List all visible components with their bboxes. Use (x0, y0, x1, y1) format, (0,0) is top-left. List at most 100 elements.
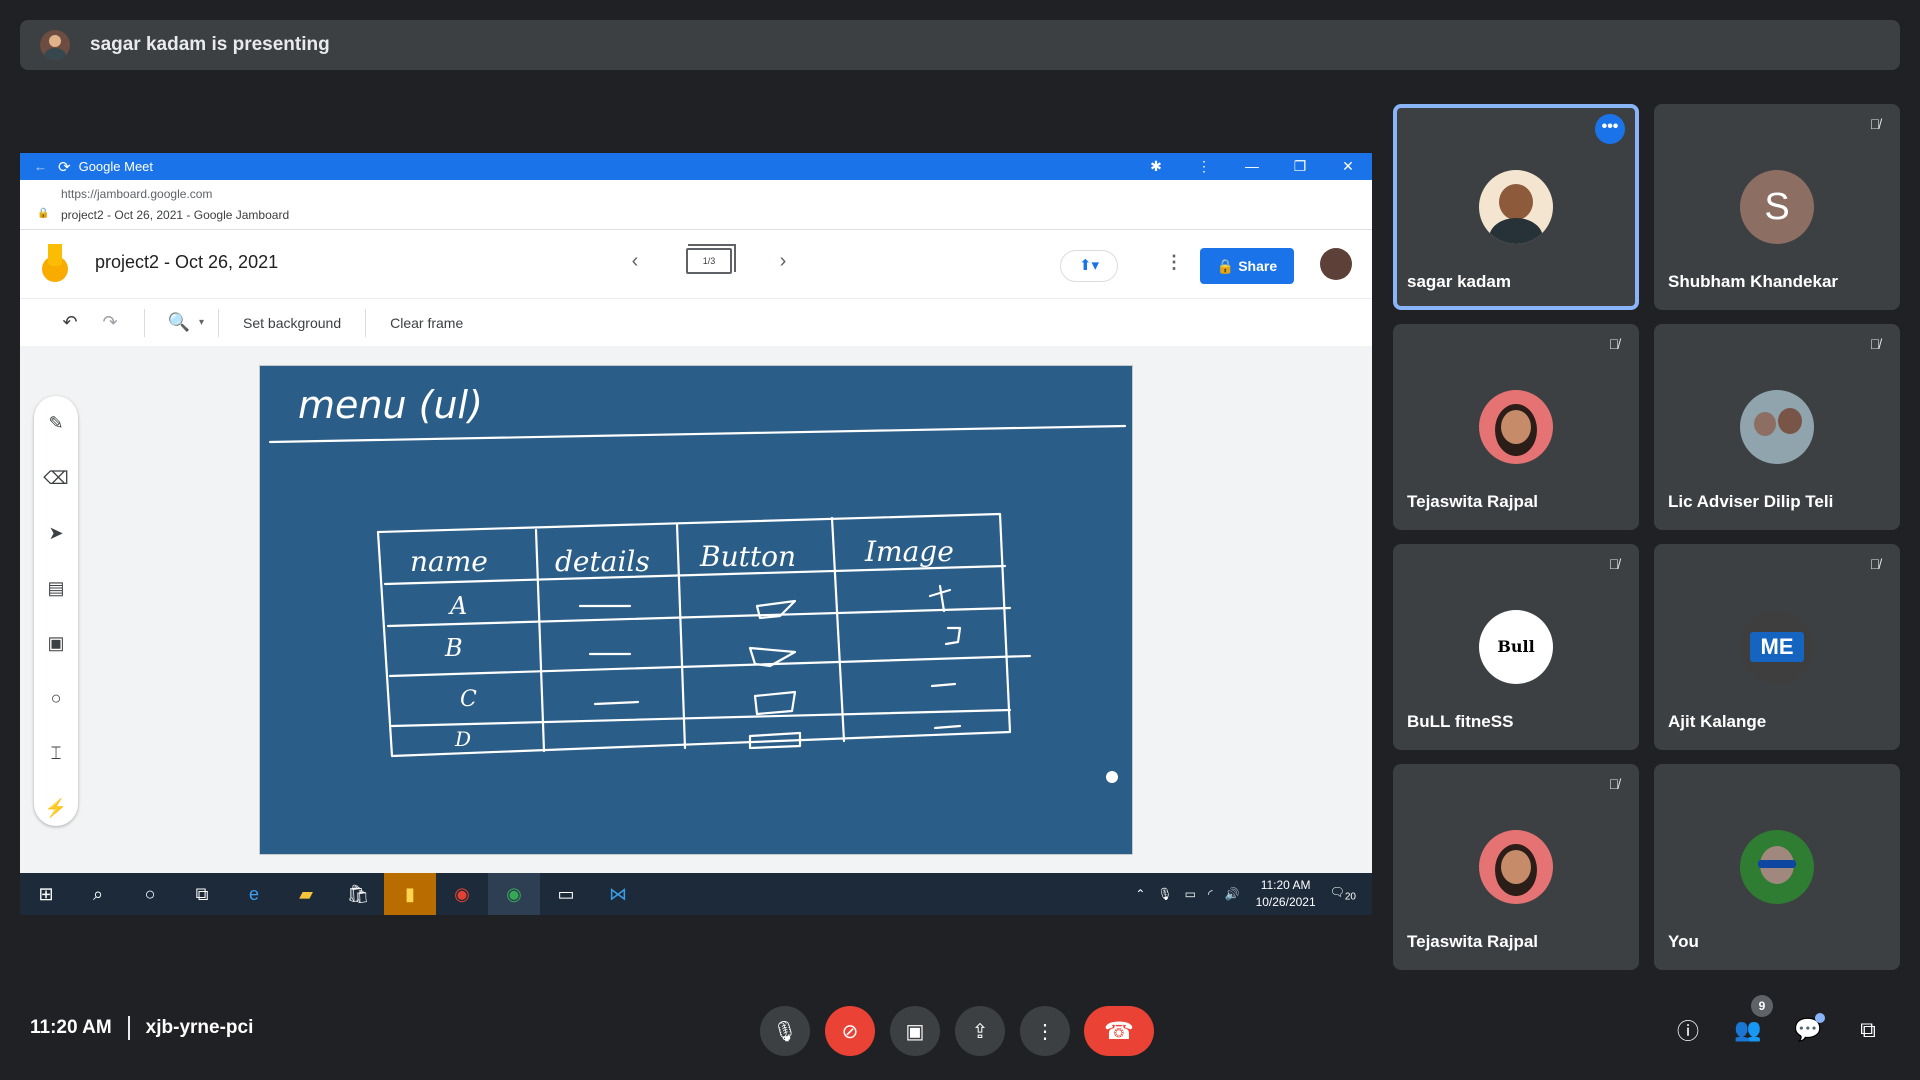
activities-icon[interactable]: ⧉ (1850, 1012, 1886, 1048)
presenting-banner: sagar kadam is presenting (20, 20, 1900, 70)
mic-icon[interactable]: 🎙 (760, 1006, 810, 1056)
people-icon[interactable]: 👥 (1730, 1012, 1766, 1048)
set-background-button[interactable]: Set background (243, 315, 341, 331)
account-avatar[interactable] (1320, 248, 1352, 280)
reload-icon[interactable]: ⟳ (58, 158, 71, 176)
participant-tile[interactable]: 🎙̸ Tejaswita Rajpal (1393, 764, 1639, 970)
edge-icon[interactable]: e (228, 873, 280, 915)
mic-off-icon: 🎙̸ (1869, 116, 1881, 132)
store-icon[interactable]: 🛍 (332, 873, 384, 915)
image-icon[interactable]: ▣ (34, 616, 78, 671)
present-icon[interactable]: ⬆▾ (1060, 250, 1118, 282)
participant-name: Tejaswita Rajpal (1407, 492, 1539, 511)
notification-icon[interactable]: 🗨20 (1330, 885, 1356, 902)
pen-icon[interactable]: ✎ (34, 396, 78, 451)
tray-chevron-icon[interactable]: ⌃ (1135, 887, 1145, 901)
extension-icon[interactable]: ✱ (1132, 158, 1180, 175)
task-view-icon[interactable]: ⧉ (176, 873, 228, 915)
zoom-icon[interactable]: 🔍 (159, 312, 199, 333)
participant-count-badge: 9 (1751, 995, 1773, 1017)
participant-tile[interactable]: You (1654, 764, 1900, 970)
text-box-icon[interactable]: ⌶ (34, 726, 78, 781)
vscode-icon[interactable]: ⋈ (592, 873, 644, 915)
participant-tile[interactable]: 🎙̸ Bull BuLL fitneSS (1393, 544, 1639, 750)
jam-toolbar: ↶ ↷ 🔍 ▾ Set background Clear frame (20, 298, 1372, 346)
row-c-label: C (460, 687, 477, 712)
windows-start-icon[interactable]: ⊞ (20, 873, 72, 915)
window-title: Google Meet (78, 159, 154, 174)
clear-frame-button[interactable]: Clear frame (390, 315, 463, 331)
board-heading: menu (ul) (298, 383, 483, 427)
more-options-icon[interactable]: ••• (1595, 114, 1625, 144)
participant-tile[interactable]: 🎙̸ ME Ajit Kalange (1654, 544, 1900, 750)
avatar (1479, 170, 1553, 244)
tray-mic-icon[interactable]: 🎙 (1157, 887, 1172, 901)
mic-off-icon: 🎙̸ (1869, 556, 1881, 572)
search-icon[interactable]: ⌕ (72, 873, 124, 915)
mic-off-icon: 🎙̸ (1608, 336, 1620, 352)
present-icon[interactable]: ⇪ (955, 1006, 1005, 1056)
restore-icon[interactable]: ❐ (1276, 158, 1324, 175)
camera-off-icon[interactable]: ⊘ (825, 1006, 875, 1056)
minimize-icon[interactable]: — (1228, 158, 1276, 175)
avatar: ME (1740, 610, 1814, 684)
participant-tile[interactable]: 🎙̸ Lic Adviser Dilip Teli (1654, 324, 1900, 530)
wifi-icon[interactable]: ◜ (1208, 887, 1213, 901)
captions-icon[interactable]: ▣ (890, 1006, 940, 1056)
drawing-tools: ✎ ⌫ ➤ ▤ ▣ ○ ⌶ ⚡ (34, 396, 78, 826)
participant-tile[interactable]: 🎙̸ S Shubham Khandekar (1654, 104, 1900, 310)
select-icon[interactable]: ➤ (34, 506, 78, 561)
terminal-icon[interactable]: ▭ (540, 873, 592, 915)
header-name: name (410, 545, 488, 578)
avatar: Bull (1479, 610, 1553, 684)
redo-icon[interactable]: ↷ (90, 312, 130, 333)
zoom-dropdown-icon[interactable]: ▾ (199, 317, 204, 328)
undo-icon[interactable]: ↶ (50, 312, 90, 333)
shape-icon[interactable]: ○ (34, 671, 78, 726)
participant-name: sagar kadam (1407, 272, 1511, 291)
info-icon[interactable]: ⓘ (1670, 1012, 1706, 1048)
chrome-icon[interactable]: ◉ (436, 873, 488, 915)
presenter-avatar (40, 30, 70, 60)
meeting-code[interactable]: xjb-yrne-pci (146, 1017, 254, 1039)
page-title: project2 - Oct 26, 2021 - Google Jamboar… (61, 208, 290, 222)
system-tray: ⌃ 🎙 ▭ ◜ 🔊 11:20 AM 10/26/2021 🗨20 (1129, 877, 1372, 911)
url-text: https://jamboard.google.com (61, 187, 213, 201)
mic-off-icon: 🎙̸ (1608, 776, 1620, 792)
chrome-profile-icon[interactable]: ◉ (488, 873, 540, 915)
browser-title-bar: ← ⟳ Google Meet ✱ ⋮ — ❐ ✕ (20, 153, 1372, 180)
more-icon[interactable]: ⋮ (1020, 1006, 1070, 1056)
battery-icon[interactable]: ▭ (1185, 887, 1196, 901)
participant-name: Lic Adviser Dilip Teli (1668, 492, 1834, 511)
jam-title[interactable]: project2 - Oct 26, 2021 (95, 252, 278, 273)
frame-indicator[interactable]: 1/3 (686, 244, 736, 274)
cursor-dot (1106, 771, 1118, 783)
shared-screen: ← ⟳ Google Meet ✱ ⋮ — ❐ ✕ 🔒 https://jamb… (20, 153, 1372, 915)
jamboard-header: project2 - Oct 26, 2021 ‹ 1/3 › ⬆▾ ⋮ 🔒 S… (20, 230, 1372, 298)
mic-off-icon: 🎙̸ (1608, 556, 1620, 572)
header-button: Button (699, 540, 796, 573)
participant-tile[interactable]: 🎙̸ Tejaswita Rajpal (1393, 324, 1639, 530)
sticky-note-icon[interactable]: ▤ (34, 561, 78, 616)
cortana-icon[interactable]: ○ (124, 873, 176, 915)
share-button[interactable]: 🔒 Share (1200, 248, 1294, 284)
sticky-notes-icon[interactable]: ▮ (384, 873, 436, 915)
participant-tile[interactable]: ••• sagar kadam (1393, 104, 1639, 310)
jam-canvas[interactable]: menu (ul) name details Button Image A B … (259, 365, 1133, 855)
meeting-info: 11:20 AM xjb-yrne-pci (30, 1016, 253, 1040)
prev-frame-icon[interactable]: ‹ (620, 250, 650, 273)
taskbar-clock[interactable]: 11:20 AM 10/26/2021 (1256, 877, 1316, 911)
participant-name: You (1668, 932, 1699, 951)
close-icon[interactable]: ✕ (1324, 158, 1372, 175)
eraser-icon[interactable]: ⌫ (34, 451, 78, 506)
laser-icon[interactable]: ⚡ (34, 781, 78, 836)
next-frame-icon[interactable]: › (768, 250, 798, 273)
volume-icon[interactable]: 🔊 (1225, 887, 1240, 901)
participant-name: BuLL fitneSS (1407, 712, 1514, 731)
end-call-icon[interactable]: ☎ (1084, 1006, 1154, 1056)
url-bar[interactable]: 🔒 https://jamboard.google.com project2 -… (20, 180, 1372, 230)
more-options-icon[interactable]: ⋮ (1165, 252, 1183, 273)
back-arrow-icon[interactable]: ← (34, 159, 52, 174)
file-explorer-icon[interactable]: ▰ (280, 873, 332, 915)
browser-menu-icon[interactable]: ⋮ (1180, 158, 1228, 175)
